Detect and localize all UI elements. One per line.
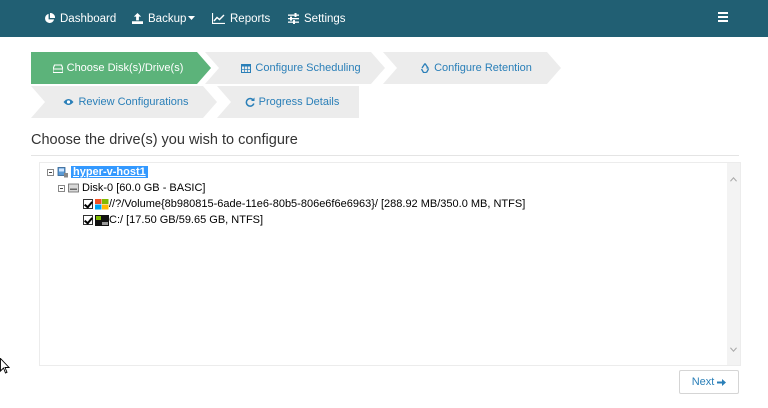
step-label: Configure Scheduling: [255, 62, 361, 74]
tree-node-volume[interactable]: C:/ [17.50 GB/59.65 GB, NTFS]: [83, 214, 263, 226]
arrow-right-icon: [717, 378, 727, 386]
step-configure-scheduling[interactable]: Configure Scheduling: [205, 52, 385, 84]
tree-node-volume[interactable]: //?/Volume{8b980815-6ade-11e6-80b5-806e6…: [83, 198, 525, 210]
volume-label: C:/ [17.50 GB/59.65 GB, NTFS]: [109, 214, 264, 226]
chevron-up-icon[interactable]: [730, 176, 737, 183]
caret-down-icon: [188, 16, 196, 20]
top-navbar: Dashboard Backup Reports Settings: [0, 0, 768, 37]
disk-icon: [68, 183, 79, 193]
mouse-cursor-icon: [0, 358, 10, 374]
nav-dashboard[interactable]: Dashboard: [44, 0, 116, 37]
tree-node-disk[interactable]: Disk-0 [60.0 GB - BASIC]: [58, 182, 205, 194]
volume-checkbox[interactable]: [83, 199, 93, 209]
vertical-scrollbar[interactable]: [727, 163, 740, 365]
recycle-icon: [421, 63, 430, 73]
windows-volume-icon: [95, 198, 109, 209]
nav-settings-label: Settings: [304, 12, 346, 25]
calendar-icon: [241, 64, 252, 73]
eye-icon: [63, 99, 74, 105]
step-configure-retention[interactable]: Configure Retention: [383, 52, 561, 84]
line-chart-icon: [212, 13, 225, 24]
divider: [31, 155, 739, 156]
host-label: hyper-v-host1: [71, 166, 148, 178]
refresh-icon: [245, 97, 255, 107]
nav-dashboard-label: Dashboard: [60, 12, 117, 25]
nav-settings[interactable]: Settings: [288, 0, 346, 37]
next-button-label: Next: [691, 376, 715, 388]
step-progress-details[interactable]: Progress Details: [217, 86, 359, 118]
upload-icon: [132, 13, 143, 24]
pie-chart-icon: [45, 13, 55, 23]
step-label: Progress Details: [258, 96, 340, 108]
step-label: Choose Disk(s)/Drive(s): [66, 62, 184, 74]
volume-checkbox[interactable]: [83, 215, 93, 225]
sliders-icon: [288, 13, 299, 24]
step-label: Review Configurations: [78, 96, 189, 108]
nav-reports[interactable]: Reports: [212, 0, 270, 37]
collapse-toggle[interactable]: [58, 184, 65, 192]
volume-label: //?/Volume{8b980815-6ade-11e6-80b5-806e6…: [109, 198, 526, 210]
nav-backup[interactable]: Backup: [132, 0, 196, 37]
tree-node-host[interactable]: hyper-v-host1: [47, 166, 148, 178]
page-heading: Choose the drive(s) you wish to configur…: [31, 132, 298, 148]
disk-label: Disk-0 [60.0 GB - BASIC]: [82, 182, 206, 194]
step-label: Configure Retention: [434, 62, 532, 74]
nav-reports-label: Reports: [230, 12, 271, 25]
hamburger-menu-icon[interactable]: [718, 12, 728, 23]
chevron-down-icon[interactable]: [730, 346, 737, 353]
next-button[interactable]: Next: [679, 370, 739, 394]
step-choose-disks[interactable]: Choose Disk(s)/Drive(s): [31, 52, 211, 84]
nav-backup-label: Backup: [148, 12, 187, 25]
hdd-icon: [52, 63, 63, 73]
computer-icon: [57, 166, 68, 177]
collapse-toggle[interactable]: [47, 168, 54, 176]
drive-c-icon: [95, 214, 109, 226]
drive-tree: hyper-v-host1 Disk-0 [60.0 GB - BASIC] /…: [39, 162, 741, 366]
step-review-configurations[interactable]: Review Configurations: [31, 86, 217, 118]
